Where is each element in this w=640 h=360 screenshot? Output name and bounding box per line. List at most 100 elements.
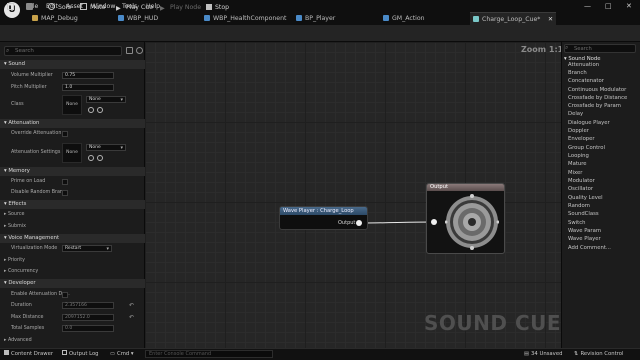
category-voice-management[interactable]: ▾ Voice Management <box>0 234 145 243</box>
unsaved-icon: ▤ <box>524 351 530 357</box>
section-label: Advanced <box>7 338 32 343</box>
content-drawer-button[interactable]: Content Drawer <box>4 349 53 359</box>
mute-icon <box>80 3 87 10</box>
concurrency-section[interactable]: ▸ Concurrency <box>4 269 38 274</box>
output-log-button[interactable]: Output Log <box>62 349 99 359</box>
advanced-section[interactable]: ▸ Advanced <box>4 338 32 343</box>
virtualization-mode-dropdown[interactable]: Restart <box>62 245 112 252</box>
disable-random-branch-checkbox[interactable] <box>62 190 68 196</box>
play-cue-button[interactable]: ▶ Play Cue <box>116 3 153 13</box>
browse-button[interactable] <box>26 3 36 13</box>
disable-random-branch-label: Disable Random Bran... <box>11 190 68 195</box>
category-effects[interactable]: ▾ Effects <box>0 200 145 209</box>
palette-item[interactable]: Crossfade by Param <box>568 103 621 109</box>
palette-item[interactable]: Dialogue Player <box>568 120 610 126</box>
palette-item[interactable]: Mature <box>568 161 587 167</box>
palette-item[interactable]: Branch <box>568 70 587 76</box>
palette-item[interactable]: Quality Level <box>568 195 603 201</box>
category-developer[interactable]: ▾ Developer <box>0 279 145 288</box>
close-window-button[interactable]: ✕ <box>626 2 632 10</box>
class-value: None <box>89 97 101 102</box>
solo-button[interactable]: Solo <box>48 3 71 13</box>
level-icon <box>32 15 38 21</box>
play-node-label: Play Node <box>170 4 202 11</box>
browse-asset-icon[interactable] <box>88 107 94 113</box>
play-node-button[interactable]: ▶ Play Node <box>160 3 201 13</box>
tab-gm-action[interactable]: GM_Action <box>383 12 441 25</box>
category-attenuation[interactable]: ▾ Attenuation <box>0 119 145 128</box>
toolbar <box>0 25 640 42</box>
browse-asset-icon[interactable] <box>88 155 94 161</box>
play-node-icon: ▶ <box>160 5 165 12</box>
volume-multiplier-field[interactable]: 0.75 <box>62 72 114 79</box>
section-label: Submix <box>7 224 26 229</box>
category-sound[interactable]: ▾ Sound <box>0 60 145 69</box>
class-thumbnail[interactable]: None <box>62 95 82 115</box>
source-section[interactable]: ▸ Source <box>4 212 24 217</box>
tab-label: WBP_HUD <box>127 15 159 22</box>
sound-cue-icon <box>473 16 479 22</box>
palette-item[interactable]: Concatenator <box>568 78 604 84</box>
minimize-button[interactable]: — <box>584 2 591 10</box>
palette-item[interactable]: Add Comment... <box>568 245 611 251</box>
output-pin[interactable] <box>356 220 362 226</box>
grid-view-icon[interactable] <box>126 47 133 54</box>
palette-item[interactable]: Wave Param <box>568 228 601 234</box>
use-selected-icon[interactable] <box>97 155 103 161</box>
maximize-button[interactable]: □ <box>605 2 612 10</box>
palette-item[interactable]: Delay <box>568 111 583 117</box>
stop-label: Stop <box>215 4 230 11</box>
palette-item[interactable]: Continuous Modulator <box>568 87 626 93</box>
tab-bp-player[interactable]: BP_Player <box>296 12 350 25</box>
console-command-input[interactable]: Enter Console Command <box>145 350 273 358</box>
tab-label: Charge_Loop_Cue* <box>482 16 541 23</box>
palette-item[interactable]: Group Control <box>568 145 605 151</box>
palette-item[interactable]: Doppler <box>568 128 589 134</box>
reset-icon[interactable]: ↶ <box>129 314 134 321</box>
palette-item[interactable]: Modulator <box>568 178 595 184</box>
blueprint-icon <box>383 15 389 21</box>
palette-item[interactable]: Random <box>568 203 590 209</box>
attenuation-settings-thumbnail[interactable]: None <box>62 143 82 163</box>
enable-attenuation-debug-checkbox[interactable] <box>62 292 68 298</box>
override-attenuation-checkbox[interactable] <box>62 131 68 137</box>
palette-item[interactable]: Wave Player <box>568 236 601 242</box>
mute-button[interactable]: Mute <box>80 3 106 13</box>
virtualization-mode-value: Restart <box>65 246 82 251</box>
drawer-icon <box>4 350 9 355</box>
class-dropdown[interactable]: None <box>86 96 126 103</box>
section-label: Source <box>7 212 25 217</box>
palette-search-input[interactable]: Search <box>564 44 636 53</box>
palette-item[interactable]: Switch <box>568 220 586 226</box>
total-samples-label: Total Samples <box>11 326 45 331</box>
cmd-dropdown[interactable]: ▭ Cmd ▾ <box>110 349 134 359</box>
prime-on-load-checkbox[interactable] <box>62 179 68 185</box>
attenuation-settings-dropdown[interactable]: None <box>86 144 126 151</box>
category-memory[interactable]: ▾ Memory <box>0 167 145 176</box>
pitch-multiplier-field[interactable]: 1.0 <box>62 84 114 91</box>
tab-wbp-healthcomponent[interactable]: WBP_HealthComponent <box>204 12 288 25</box>
palette-item[interactable]: Enveloper <box>568 136 595 142</box>
priority-section[interactable]: ▸ Priority <box>4 258 25 263</box>
palette-item[interactable]: Looping <box>568 153 589 159</box>
tab-wbp-hud[interactable]: WBP_HUD <box>118 12 178 25</box>
settings-gear-icon[interactable] <box>136 47 143 54</box>
tab-label: WBP_HealthComponent <box>213 15 287 22</box>
pitch-multiplier-label: Pitch Multiplier <box>11 85 47 90</box>
palette-item[interactable]: SoundClass <box>568 211 599 217</box>
palette-item[interactable]: Crossfade by Distance <box>568 95 627 101</box>
palette-item[interactable]: Mixer <box>568 170 582 176</box>
revision-control-button[interactable]: ⇅ Revision Control <box>574 349 623 359</box>
tab-charge-loop-cue[interactable]: Charge_Loop_Cue* ✕ <box>470 12 556 25</box>
details-search-input[interactable]: Search <box>4 46 122 56</box>
palette-item[interactable]: Oscillator <box>568 186 593 192</box>
save-button[interactable] <box>7 3 17 13</box>
submix-section[interactable]: ▸ Submix <box>4 224 26 229</box>
use-selected-icon[interactable] <box>97 107 103 113</box>
input-pin[interactable] <box>431 219 437 225</box>
palette-item[interactable]: Attenuation <box>568 62 599 68</box>
stop-button[interactable]: Stop <box>206 3 229 13</box>
tab-map-debug[interactable]: MAP_Debug <box>32 12 102 25</box>
unsaved-button[interactable]: ▤ 34 Unsaved <box>524 349 562 359</box>
reset-icon[interactable]: ↶ <box>129 302 134 309</box>
